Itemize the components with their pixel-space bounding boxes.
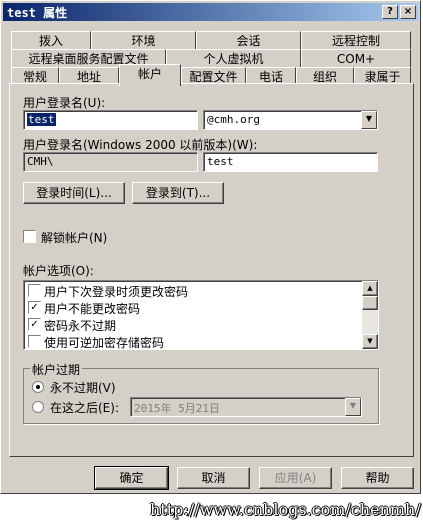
tab-environment[interactable]: 环境 (91, 31, 196, 50)
end-of-radio[interactable] (32, 401, 44, 413)
scroll-up-icon[interactable]: ▲ (362, 281, 378, 296)
domain-select[interactable]: @cmh.org ▼ (203, 110, 378, 130)
logon-hours-button[interactable]: 登录时间(L)... (23, 182, 125, 204)
logon-name-input[interactable]: test (23, 110, 198, 130)
unlock-account-label: 解锁帐户(N) (41, 231, 108, 245)
properties-dialog: test 属性 ? × 拨入 环境 会话 远程控制 远程桌面服务配置文件 个人虚… (0, 0, 421, 494)
expiry-date-value: 2015年 5月21日 (134, 402, 220, 415)
logon-to-button[interactable]: 登录到(T)... (132, 182, 224, 204)
watermark-text: http://www.cnblogs.com/chenmh/ (150, 500, 421, 519)
pre2000-label: 用户登录名(Windows 2000 以前版本)(W): (23, 138, 258, 152)
options-scrollbar[interactable]: ▲ ▼ (362, 281, 378, 349)
option-checkbox-checked[interactable]: ✓ (28, 301, 41, 314)
chevron-down-icon: ▼ (345, 398, 361, 416)
never-expires-radio[interactable] (32, 381, 44, 393)
pre2000-domain-value: CMH\ (27, 155, 54, 168)
tab-dial-in[interactable]: 拨入 (11, 31, 91, 50)
never-expires-label: 永不过期(V) (50, 381, 116, 395)
help-button[interactable]: 帮助 (341, 467, 414, 489)
option-checkbox-checked[interactable]: ✓ (28, 318, 41, 331)
end-of-label: 在这之后(E): (50, 401, 119, 415)
tab-remote-control[interactable]: 远程控制 (301, 31, 411, 50)
pre2000-name-input[interactable]: test (203, 152, 378, 172)
option-label: 使用可逆加密存储密码 (44, 336, 165, 350)
window-title: test 属性 (7, 6, 68, 20)
option-label: 密码永不过期 (44, 319, 117, 333)
tab-account[interactable]: 帐户 (119, 64, 181, 86)
pre2000-name-value: test (207, 155, 234, 168)
tab-personal-vm[interactable]: 个人虚拟机 (166, 49, 301, 68)
option-checkbox[interactable] (28, 335, 41, 348)
tab-com-plus[interactable]: COM+ (301, 49, 411, 68)
pre2000-domain-field: CMH\ (23, 152, 198, 172)
logon-name-label: 用户登录名(U): (23, 96, 106, 110)
chevron-down-icon[interactable]: ▼ (361, 111, 377, 129)
scroll-down-icon[interactable]: ▼ (362, 334, 378, 349)
tab-sessions[interactable]: 会话 (196, 31, 301, 50)
apply-button[interactable]: 应用(A) (259, 467, 332, 489)
option-label: 用户下次登录时须更改密码 (44, 285, 189, 299)
scroll-thumb[interactable] (362, 296, 378, 310)
account-tab-panel: 用户登录名(U): test @cmh.org ▼ 用户登录名(Windows … (9, 83, 414, 457)
help-title-button[interactable]: ? (382, 5, 398, 19)
expiry-date-picker: 2015年 5月21日 ▼ (130, 397, 362, 417)
domain-value: @cmh.org (207, 113, 260, 126)
title-bar: test 属性 ? × (3, 3, 418, 21)
option-checkbox[interactable] (28, 284, 41, 297)
cancel-button[interactable]: 取消 (177, 467, 250, 489)
unlock-account-checkbox[interactable] (23, 230, 36, 243)
option-label: 用户不能更改密码 (44, 302, 141, 316)
account-expires-label: 帐户过期 (30, 361, 83, 378)
account-options-label: 帐户选项(O): (23, 264, 94, 278)
account-options-list[interactable]: 用户下次登录时须更改密码 ✓ 用户不能更改密码 ✓ 密码永不过期 使用可逆加密存… (23, 280, 379, 350)
ok-button[interactable]: 确定 (94, 466, 169, 490)
close-title-button[interactable]: × (400, 5, 416, 19)
account-expires-group: 帐户过期 永不过期(V) 在这之后(E): 2015年 5月21日 ▼ (23, 361, 379, 424)
logon-name-value: test (27, 113, 56, 126)
